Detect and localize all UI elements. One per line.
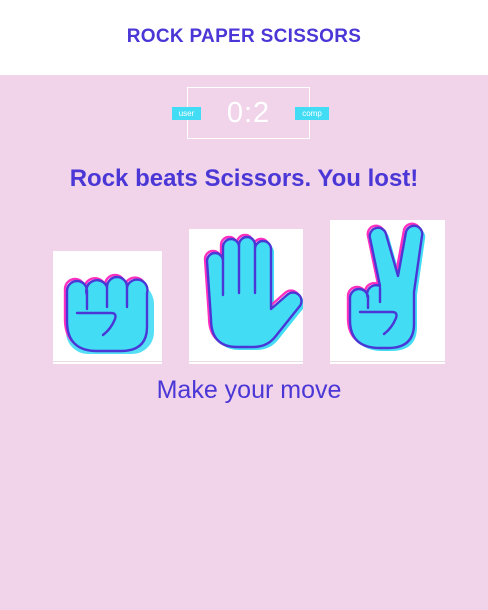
paper-button[interactable]	[189, 229, 303, 364]
user-badge: user	[172, 107, 201, 120]
open-hand-icon	[203, 233, 303, 350]
peace-hand-icon	[346, 222, 426, 351]
result-message: Rock beats Scissors. You lost!	[69, 165, 419, 192]
move-prompt: Make your move	[156, 376, 342, 404]
score-display: 0:2	[226, 96, 271, 129]
scoreboard: 0:2	[187, 87, 310, 139]
comp-badge: comp	[295, 107, 329, 120]
fist-icon	[63, 273, 154, 354]
game-title: ROCK PAPER SCISSORS	[126, 25, 362, 47]
rock-button[interactable]	[53, 251, 162, 364]
scissors-button[interactable]	[330, 220, 445, 364]
header-bar: ROCK PAPER SCISSORS	[0, 0, 488, 75]
